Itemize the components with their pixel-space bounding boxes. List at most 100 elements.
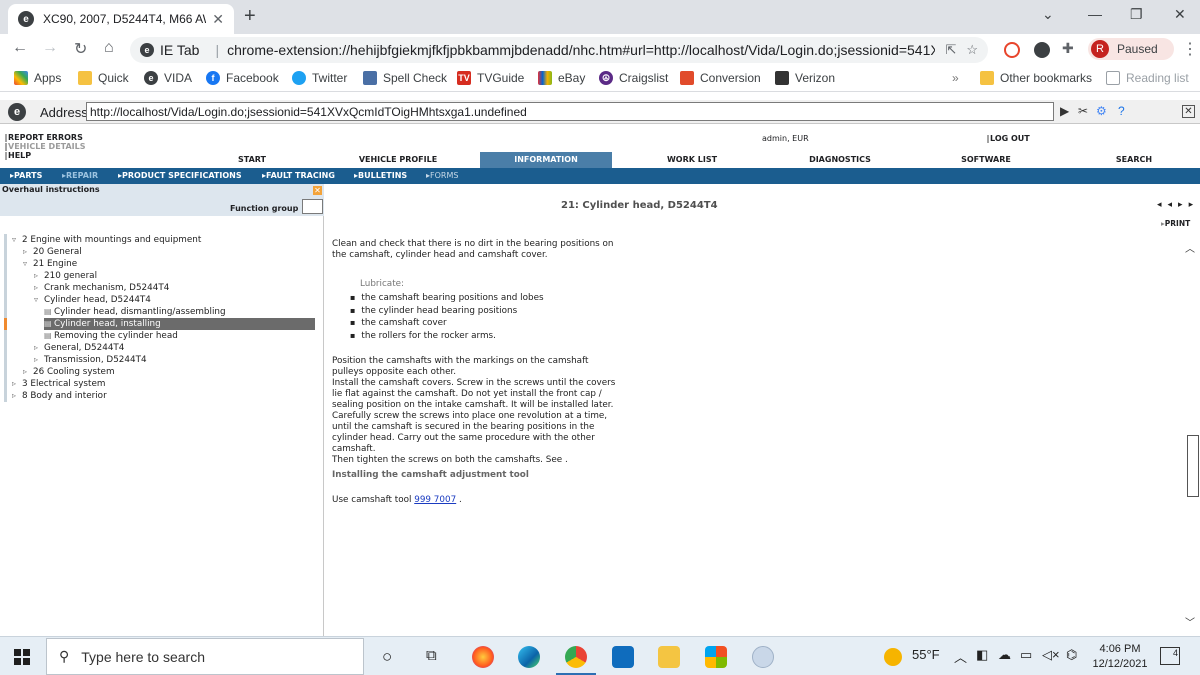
tray-overflow-icon[interactable]: ︿ (954, 647, 967, 666)
nav-start[interactable]: START (204, 152, 300, 168)
reading-list[interactable]: Reading list (1106, 71, 1189, 85)
profile-button[interactable]: R Paused (1088, 38, 1174, 60)
nav-vehicle-profile[interactable]: VEHICLE PROFILE (346, 152, 450, 168)
close-tab-icon[interactable]: ✕ (212, 11, 224, 28)
bookmark-vida[interactable]: e VIDA (144, 71, 192, 85)
windows-start-icon[interactable] (14, 649, 30, 665)
notification-center-icon[interactable]: 4 (1160, 647, 1180, 665)
scrollbar-thumb[interactable] (1187, 435, 1199, 497)
tree-node[interactable]: ▹ Transmission, D5244T4 (34, 354, 147, 366)
nav-information[interactable]: INFORMATION (480, 152, 612, 168)
tree-level-bar (4, 390, 7, 402)
edge-icon[interactable] (518, 646, 540, 668)
weather-temp[interactable]: 55°F (912, 647, 940, 662)
bookmark-spell-check[interactable]: Spell Check (363, 71, 447, 85)
tree-node[interactable]: ▹ 20 General (23, 246, 82, 258)
subnav-product-specifications[interactable]: PRODUCT SPECIFICATIONS (118, 168, 242, 184)
bookmark-apps[interactable]: Apps (14, 71, 61, 85)
bookmark-star-icon[interactable]: ☆ (966, 42, 978, 58)
tree-leaf[interactable]: ▤ Cylinder head, dismantling/assembling (44, 306, 226, 318)
nav-search[interactable]: SEARCH (1096, 152, 1172, 168)
tab-search-icon[interactable]: ⌄ (1042, 6, 1054, 23)
report-errors-link[interactable]: REPORT ERRORS (4, 133, 86, 142)
subnav-parts[interactable]: PARTS (10, 168, 42, 184)
bookmark-ebay[interactable]: eBay (538, 71, 585, 85)
extension-red-icon[interactable] (1004, 42, 1020, 58)
system-clock[interactable]: 4:06 PM 12/12/2021 (1088, 642, 1152, 672)
bookmark-other[interactable]: Other bookmarks (980, 71, 1092, 85)
subnav-forms[interactable]: FORMS (426, 168, 458, 184)
tree-node[interactable]: ▿ 2 Engine with mountings and equipment (12, 234, 201, 246)
subnav-bulletins[interactable]: BULLETINS (354, 168, 407, 184)
help-icon[interactable]: ? (1118, 104, 1125, 118)
tree-node[interactable]: ▹ 8 Body and interior (12, 390, 107, 402)
print-link[interactable]: PRINT (1161, 219, 1190, 228)
new-tab-icon[interactable]: + (244, 5, 256, 28)
subnav-fault-tracing[interactable]: FAULT TRACING (262, 168, 335, 184)
forward-icon[interactable]: → (42, 39, 58, 57)
tree-leaf-selected[interactable]: ▤ Cylinder head, installing (44, 318, 315, 330)
cortana-icon[interactable]: ○ (382, 647, 392, 667)
mail-icon[interactable] (612, 646, 634, 668)
bookmark-quick[interactable]: Quick (78, 71, 129, 85)
task-view-icon[interactable]: ⧉ (426, 647, 437, 664)
tree-node[interactable]: ▹ 3 Electrical system (12, 378, 105, 390)
tray-app-icon[interactable]: ◧ (976, 647, 988, 663)
scroll-up-icon[interactable]: ︿ (1185, 240, 1195, 255)
extension-ietab-icon[interactable] (1034, 42, 1050, 58)
subnav-repair[interactable]: REPAIR (62, 168, 98, 184)
tools-icon[interactable]: ✂ (1078, 104, 1088, 118)
nav-software[interactable]: SOFTWARE (940, 152, 1032, 168)
file-explorer-icon[interactable] (658, 646, 680, 668)
close-ie-tab-icon[interactable]: ✕ (1182, 105, 1195, 118)
next-doc-icon[interactable]: ▸▸ (1178, 200, 1199, 210)
minimize-icon[interactable]: — (1088, 6, 1102, 22)
tree-node[interactable]: ▹ 210 general (34, 270, 97, 282)
bookmark-craigslist[interactable]: ☮ Craigslist (599, 71, 668, 85)
function-group-input[interactable] (302, 199, 323, 214)
reload-icon[interactable]: ↻ (74, 39, 87, 59)
onedrive-icon[interactable]: ☁ (998, 647, 1011, 663)
share-icon[interactable]: ⇱ (945, 42, 956, 58)
scroll-down-icon[interactable]: ﹀ (1185, 614, 1195, 629)
nav-work-list[interactable]: WORK LIST (644, 152, 740, 168)
bookmark-conversion[interactable]: Conversion (680, 71, 761, 85)
address-field[interactable]: http://localhost/Vida/Login.do;jsessioni… (86, 102, 1054, 121)
tree-node[interactable]: ▿ Cylinder head, D5244T4 (34, 294, 151, 306)
close-pane-icon[interactable]: ✕ (313, 186, 322, 195)
store-icon[interactable] (705, 646, 727, 668)
previous-doc-icon[interactable]: ◂◂ (1157, 200, 1178, 210)
nav-diagnostics[interactable]: DIAGNOSTICS (790, 152, 890, 168)
tree-node[interactable]: ▿ 21 Engine (23, 258, 77, 270)
tree-node[interactable]: ▹ Crank mechanism, D5244T4 (34, 282, 169, 294)
bookmarks-overflow-icon[interactable]: » (952, 71, 959, 85)
restore-icon[interactable]: ❐ (1130, 6, 1143, 23)
network-icon[interactable]: ⌬ (1066, 647, 1077, 663)
volume-muted-icon[interactable]: ◁× (1042, 647, 1060, 663)
extensions-puzzle-icon[interactable]: ✚ (1062, 40, 1074, 57)
home-icon[interactable]: ⌂ (104, 39, 114, 57)
tool-link[interactable]: 999 7007 (414, 495, 456, 505)
back-icon[interactable]: ← (12, 39, 28, 57)
vida-sub-nav: PARTS REPAIR PRODUCT SPECIFICATIONS FAUL… (0, 168, 1200, 184)
bookmark-tvguide[interactable]: TV TVGuide (457, 71, 524, 85)
chrome-menu-icon[interactable]: ⋮ (1182, 39, 1198, 59)
settings-icon[interactable]: ⚙ (1096, 104, 1107, 118)
firefox-icon[interactable] (472, 646, 494, 668)
tree-node[interactable]: ▹ 26 Cooling system (23, 366, 115, 378)
tree-node[interactable]: ▹ General, D5244T4 (34, 342, 124, 354)
bookmark-facebook[interactable]: f Facebook (206, 71, 279, 85)
browser-tab[interactable]: e XC90, 2007, D5244T4, M66 AWD ✕ (8, 4, 234, 34)
close-window-icon[interactable]: ✕ (1174, 6, 1186, 23)
app-globe-icon[interactable] (752, 646, 774, 668)
bookmark-twitter[interactable]: Twitter (292, 71, 347, 85)
taskbar-search[interactable]: ⚲ Type here to search (46, 638, 364, 675)
bookmark-verizon[interactable]: Verizon (775, 71, 835, 85)
chrome-icon[interactable] (565, 646, 587, 668)
logout-link[interactable]: LOG OUT (986, 134, 1030, 143)
weather-sun-icon[interactable] (884, 648, 902, 666)
omnibox[interactable]: e IE Tab | chrome-extension://hehijbfgie… (130, 37, 988, 63)
go-icon[interactable]: ▶ (1060, 104, 1069, 118)
battery-icon[interactable]: ▭ (1020, 647, 1032, 663)
tree-leaf[interactable]: ▤ Removing the cylinder head (44, 330, 178, 342)
